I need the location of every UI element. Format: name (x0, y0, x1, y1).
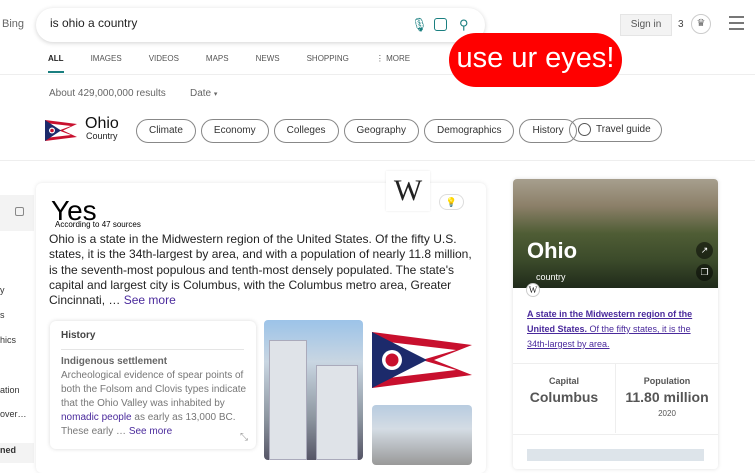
panel-description[interactable]: A state in the Midwestern region of the … (527, 307, 702, 352)
fact-population[interactable]: Population 11.80 million 2020 (616, 376, 718, 418)
fact-value: Columbus (529, 389, 599, 405)
sidebar-item[interactable]: over… (0, 409, 27, 419)
history-subheading: Indigenous settlement (61, 356, 168, 367)
rewards-trophy-icon[interactable]: ♛ (691, 14, 711, 34)
tab-more[interactable]: ⋮ MORE (376, 54, 410, 73)
result-count: About 429,000,000 results (49, 88, 166, 99)
compass-icon (578, 122, 591, 136)
search-box[interactable]: 🎙 ⚲ (36, 8, 485, 42)
divider (0, 160, 755, 161)
fact-year: 2020 (658, 409, 676, 418)
tab-images[interactable]: IMAGES (91, 54, 122, 73)
tab-all[interactable]: ALL (48, 54, 64, 73)
search-tabs: ALL IMAGES VIDEOS MAPS NEWS SHOPPING ⋮ M… (48, 54, 437, 73)
sidebar-item[interactable]: ned (0, 443, 34, 463)
tab-videos[interactable]: VIDEOS (149, 54, 179, 73)
share-icon[interactable]: ↗ (696, 242, 713, 259)
history-card[interactable]: History Indigenous settlement Archeologi… (50, 321, 256, 449)
visual-search-icon[interactable] (434, 18, 447, 31)
sidebar-item[interactable]: ation (0, 385, 20, 395)
divider (0, 74, 755, 75)
statehouse-image[interactable] (372, 405, 472, 465)
microphone-icon[interactable]: 🎙 (411, 17, 428, 33)
gallery-icon[interactable]: ❐ (696, 264, 713, 281)
tab-news[interactable]: NEWS (256, 54, 280, 73)
caret-down-icon: ▾ (213, 91, 218, 98)
answer-description: Ohio is a state in the Midwestern region… (49, 232, 474, 308)
wikipedia-badge-icon[interactable]: W (526, 283, 540, 297)
chip-colleges[interactable]: Colleges (273, 119, 339, 143)
history-text: Archeological evidence of spear points o… (61, 370, 247, 409)
rewards-points[interactable]: 3 (678, 19, 684, 30)
date-filter-label: Date (190, 88, 212, 99)
search-input[interactable] (50, 16, 390, 30)
building-image[interactable] (264, 320, 363, 460)
see-more-link[interactable]: See more (124, 293, 176, 307)
hamburger-menu-icon[interactable] (729, 16, 744, 34)
fact-capital[interactable]: Capital Columbus (513, 376, 615, 405)
wikipedia-logo[interactable]: W (386, 171, 430, 211)
map-image[interactable] (527, 449, 704, 461)
chip-climate[interactable]: Climate (136, 119, 196, 143)
travel-guide-button[interactable]: Travel guide (569, 118, 662, 142)
description-text: Ohio is a state in the Midwestern region… (49, 232, 472, 308)
tab-maps[interactable]: MAPS (206, 54, 229, 73)
search-icon[interactable]: ⚲ (459, 17, 469, 33)
sidebar-selected-item[interactable] (0, 195, 34, 231)
panel-subtitle: country (536, 272, 566, 282)
history-body: Archeological evidence of spear points o… (61, 369, 251, 439)
answer-sources[interactable]: According to 47 sources (55, 220, 141, 229)
chip-demographics[interactable]: Demographics (424, 119, 515, 143)
expand-icon[interactable]: ⤡ (240, 432, 248, 443)
bing-logo[interactable]: Bing (2, 18, 24, 30)
sidebar-item[interactable]: s (0, 310, 5, 320)
history-heading: History (61, 330, 96, 341)
history-see-more-link[interactable]: See more (129, 426, 172, 437)
chip-geography[interactable]: Geography (343, 119, 419, 143)
divider (513, 434, 718, 435)
travel-guide-label: Travel guide (596, 124, 651, 135)
lightbulb-icon[interactable]: 💡 (439, 194, 464, 210)
panel-title: Ohio (527, 238, 578, 263)
entity-chips: Climate Economy Colleges Geography Demog… (136, 119, 577, 143)
sidebar-item[interactable]: y (0, 285, 5, 295)
date-filter[interactable]: Date ▾ (190, 88, 217, 99)
more-dots-icon: ⋮ (375, 54, 387, 63)
sign-in-button[interactable]: Sign in (620, 14, 672, 36)
fact-label: Population (643, 376, 691, 386)
external-link-icon[interactable] (15, 207, 24, 216)
sticker-overlay: use ur eyes! (449, 33, 622, 87)
tab-shopping[interactable]: SHOPPING (307, 54, 349, 73)
ohio-flag-icon (45, 120, 77, 141)
entity-type: Country (86, 131, 118, 141)
ohio-flag-image[interactable] (372, 320, 472, 395)
divider (61, 349, 244, 350)
tab-more-label: MORE (386, 54, 411, 63)
nomadic-people-link[interactable]: nomadic people (61, 412, 132, 423)
chip-history[interactable]: History (519, 119, 577, 143)
chip-economy[interactable]: Economy (200, 119, 269, 143)
fact-label: Capital (548, 376, 579, 386)
fact-value: 11.80 million (625, 389, 709, 405)
sidebar-item[interactable]: hics (0, 335, 16, 345)
